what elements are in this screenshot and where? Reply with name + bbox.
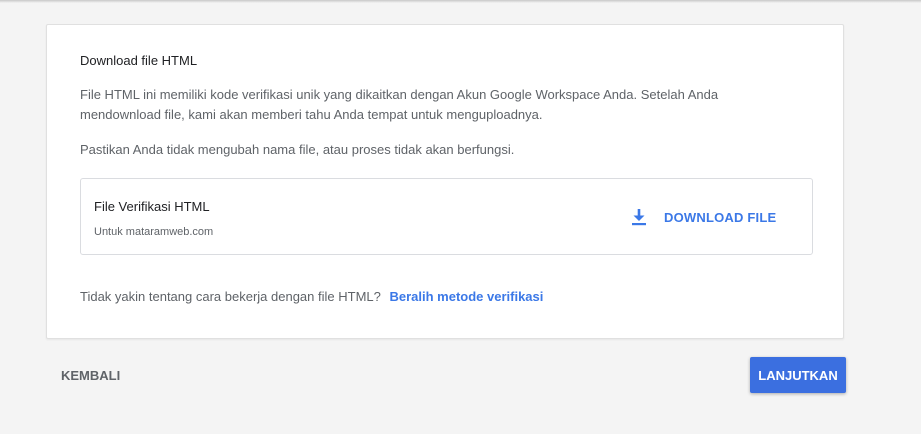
help-row: Tidak yakin tentang cara bekerja dengan … bbox=[80, 289, 543, 304]
download-icon bbox=[629, 207, 649, 227]
continue-button[interactable]: LANJUTKAN bbox=[750, 357, 846, 393]
top-shadow bbox=[0, 0, 921, 3]
verification-card: Download file HTML File HTML ini memilik… bbox=[46, 24, 844, 339]
file-domain: Untuk mataramweb.com bbox=[94, 226, 214, 238]
file-box: File Verifikasi HTML Untuk mataramweb.co… bbox=[80, 178, 813, 255]
file-name: File Verifikasi HTML bbox=[94, 199, 210, 214]
download-file-button[interactable]: DOWNLOAD FILE bbox=[629, 203, 776, 231]
card-description: File HTML ini memiliki kode verifikasi u… bbox=[80, 87, 719, 122]
card-warning: Pastikan Anda tidak mengubah nama file, … bbox=[80, 142, 515, 157]
back-button[interactable]: KEMBALI bbox=[61, 368, 120, 383]
help-question: Tidak yakin tentang cara bekerja dengan … bbox=[80, 289, 381, 304]
switch-verification-method-link[interactable]: Beralih metode verifikasi bbox=[389, 289, 543, 304]
card-title: Download file HTML bbox=[80, 53, 198, 68]
download-file-label: DOWNLOAD FILE bbox=[664, 209, 777, 225]
